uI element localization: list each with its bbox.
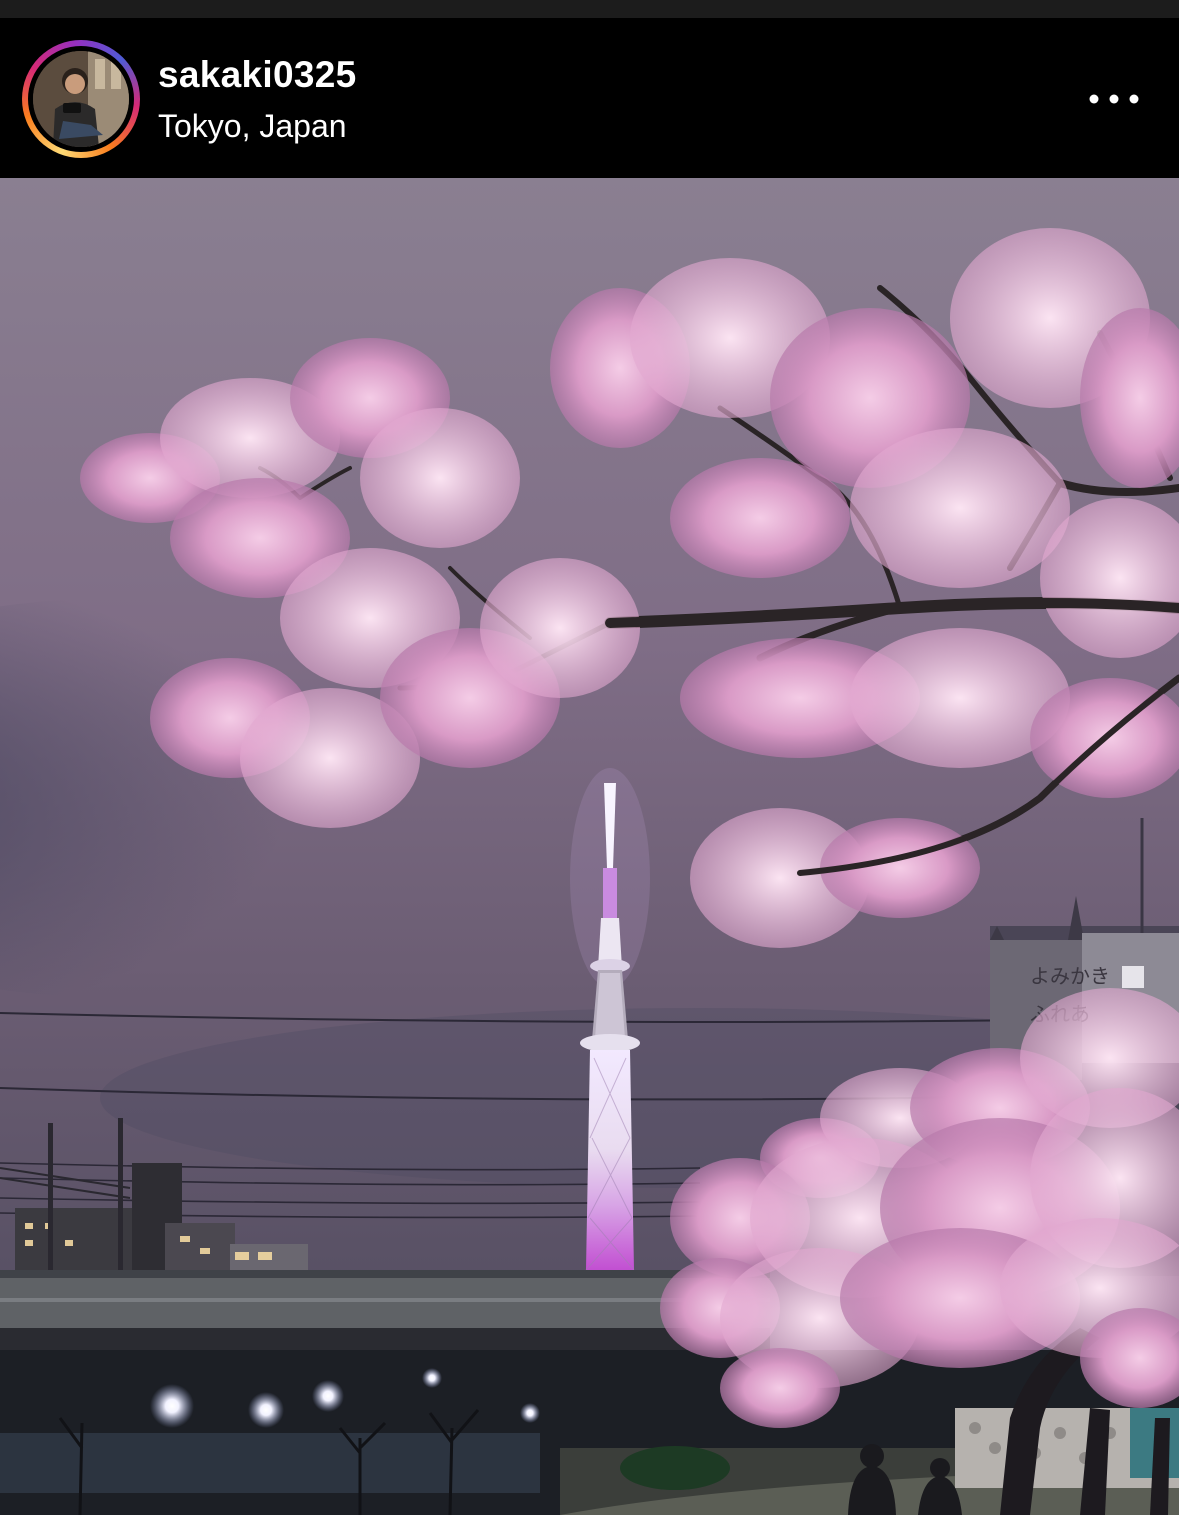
cherry-blossom-skytree-photo: よみかき ふれあ — [0, 178, 1179, 1515]
avatar-border — [28, 46, 134, 152]
building-sign-text: よみかき — [1030, 964, 1110, 988]
post-photo[interactable]: よみかき ふれあ — [0, 178, 1179, 1515]
story-ring[interactable] — [22, 40, 140, 158]
post-header: sakaki0325 Tokyo, Japan — [0, 18, 1179, 178]
more-options-button[interactable] — [1074, 74, 1154, 124]
location-label[interactable]: Tokyo, Japan — [158, 108, 347, 145]
username[interactable]: sakaki0325 — [158, 54, 356, 96]
avatar[interactable] — [33, 51, 129, 147]
more-horizontal-icon — [1089, 94, 1139, 104]
status-bar-edge — [0, 0, 1179, 18]
avatar-photo — [33, 51, 129, 147]
